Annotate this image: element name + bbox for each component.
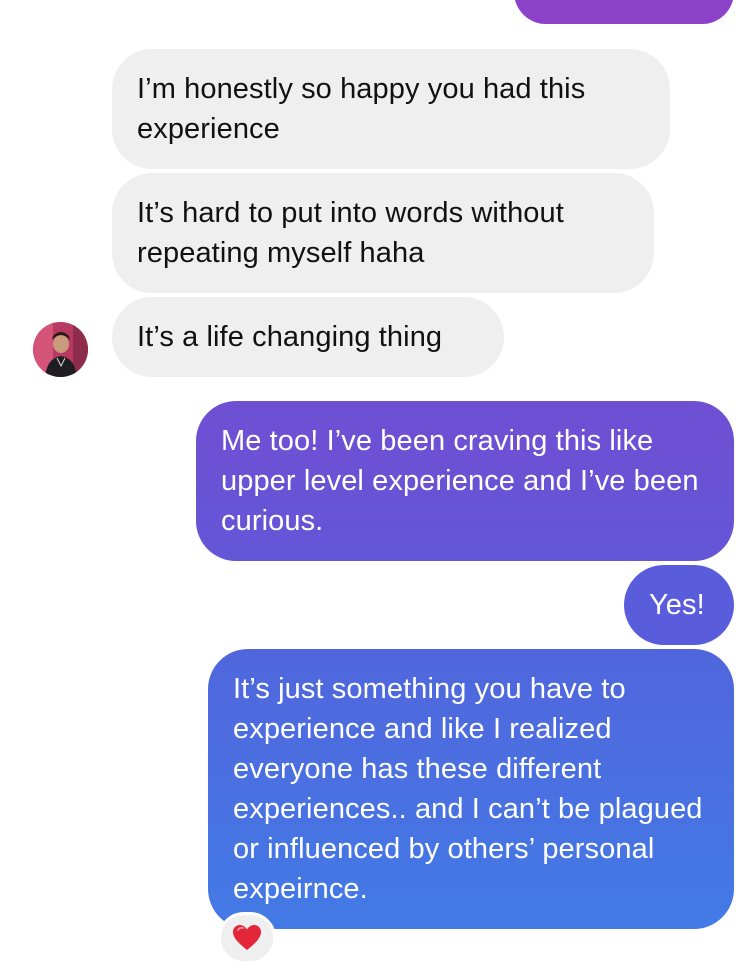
message-text: Yes! <box>649 589 705 621</box>
avatar-image <box>33 322 88 377</box>
received-message[interactable]: I’m honestly so happy you had this exper… <box>112 49 670 169</box>
message-text: Me too! I’ve been craving this like uppe… <box>221 425 699 537</box>
reaction-badge[interactable] <box>218 912 276 964</box>
received-message[interactable]: It’s hard to put into words without repe… <box>112 173 654 293</box>
message-text: It’s a life changing thing <box>137 321 443 353</box>
message-text: It’s hard to put into words without repe… <box>137 197 564 269</box>
sent-message-partial[interactable] <box>514 0 734 24</box>
avatar[interactable] <box>33 322 88 377</box>
message-text: I’m honestly so happy you had this exper… <box>137 73 586 145</box>
message-text: It’s just something you have to experien… <box>233 673 703 905</box>
sent-message[interactable]: Yes! <box>624 565 734 645</box>
sent-message[interactable]: It’s just something you have to experien… <box>208 649 734 929</box>
heart-icon <box>233 925 261 950</box>
received-message[interactable]: It’s a life changing thing <box>112 297 504 377</box>
sent-message[interactable]: Me too! I’ve been craving this like uppe… <box>196 401 734 561</box>
